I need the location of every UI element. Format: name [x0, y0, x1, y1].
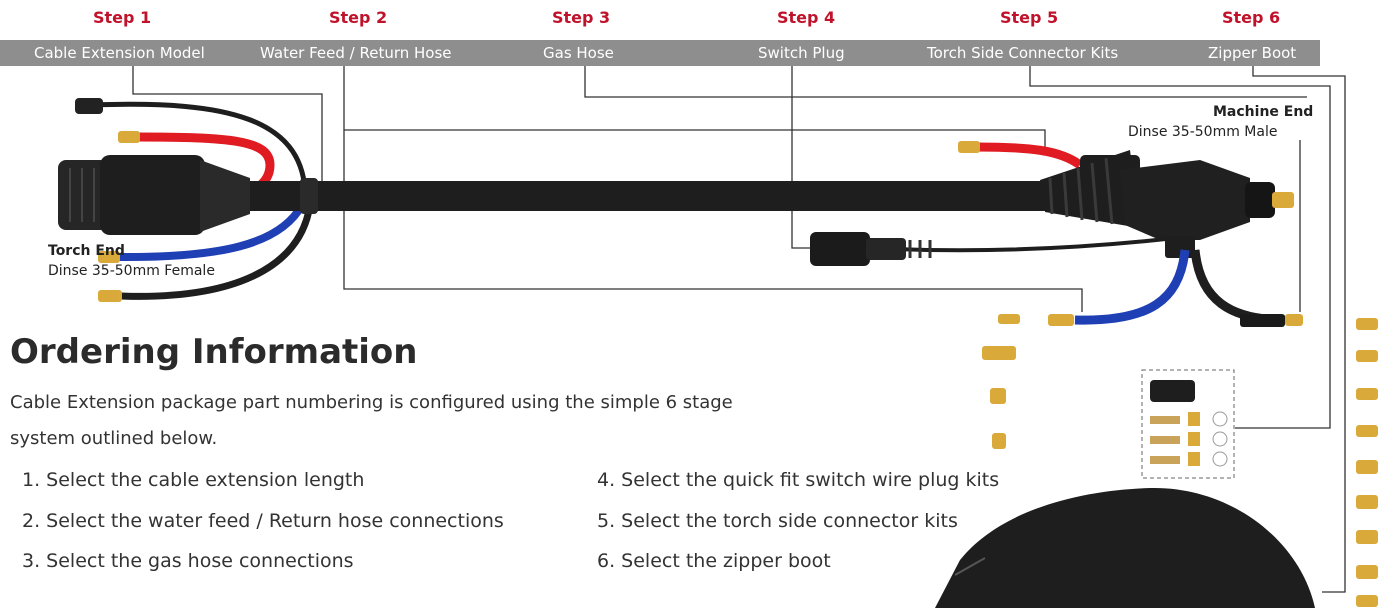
ordering-item-4: 4. Select the quick fit switch wire plug… — [597, 469, 1000, 491]
leader-step-6 — [1252, 66, 1346, 593]
machine-end-connector — [1120, 160, 1294, 258]
leader-step-2 — [343, 66, 1046, 148]
brass-fitting-machine-black — [1285, 314, 1303, 326]
switch-plug-torch — [75, 98, 103, 114]
ordering-item-5: 5. Select the torch side connector kits — [597, 510, 958, 532]
ordering-item-3: 3. Select the gas hose connections — [22, 550, 354, 572]
blue-hose-machine — [1074, 249, 1190, 325]
ordering-description-line2: system outlined below. — [10, 428, 218, 449]
switch-plug-kit — [1141, 369, 1235, 479]
brass-fitting-machine-blue — [1048, 314, 1074, 326]
switch-lead-machine — [869, 236, 1176, 253]
machine-end-title: Machine End — [1213, 104, 1314, 120]
torch-end-title: Torch End — [48, 243, 125, 259]
ordering-item-1: 1. Select the cable extension length — [22, 469, 365, 491]
torch-end-connector — [58, 155, 250, 235]
main-cable — [230, 181, 1050, 211]
ordering-description-line1: Cable Extension package part numbering i… — [10, 392, 733, 413]
red-hose-machine — [974, 142, 1083, 169]
brass-fitting-red — [118, 131, 140, 143]
leader-step-4 — [791, 66, 810, 249]
machine-end-subtitle: Dinse 35-50mm Male — [1128, 124, 1278, 140]
ordering-heading: Ordering Information — [10, 332, 418, 372]
brass-fitting-machine-red — [958, 141, 980, 153]
zipper-boot — [935, 487, 1315, 608]
leader-step-3 — [584, 66, 1307, 98]
black-hose-machine — [1190, 249, 1286, 325]
torch-end-subtitle: Dinse 35-50mm Female — [48, 263, 215, 279]
brass-fitting-black — [98, 290, 122, 302]
cable-sleeve — [300, 178, 318, 214]
ordering-item-6: 6. Select the zipper boot — [597, 550, 831, 572]
ordering-item-2: 2. Select the water feed / Return hose c… — [22, 510, 504, 532]
leader-step-2-return — [343, 130, 1083, 312]
